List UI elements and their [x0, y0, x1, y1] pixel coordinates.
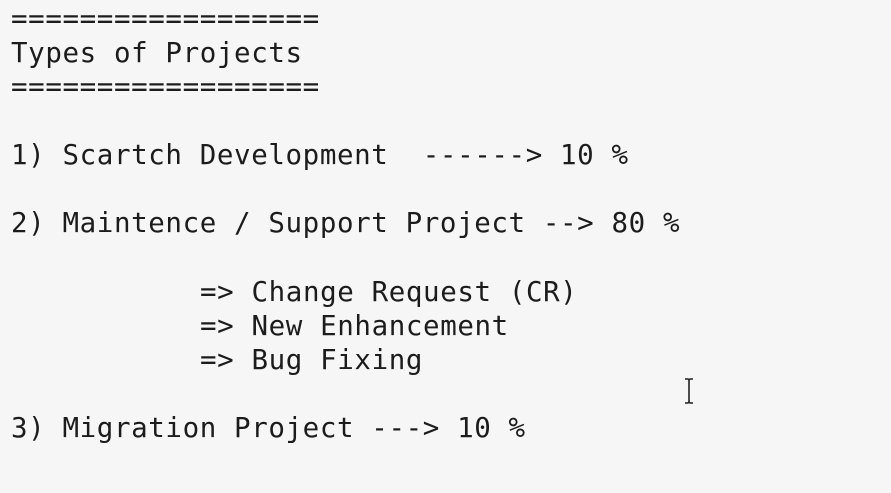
sub-item-new-enhancement: => New Enhancement	[200, 310, 509, 342]
text-cursor-icon	[683, 378, 695, 404]
text-editor-area[interactable]: ================== Types of Projects ===…	[0, 0, 891, 493]
document-title: Types of Projects	[11, 37, 303, 69]
list-item-maintenance-support: 2) Maintence / Support Project --> 80 %	[11, 207, 681, 239]
list-item-migration-project: 3) Migration Project ---> 10 %	[11, 412, 526, 444]
list-item-scratch-development: 1) Scartch Development ------> 10 %	[11, 139, 629, 171]
rule-top: ==================	[11, 3, 320, 35]
rule-bottom: ==================	[11, 71, 320, 103]
sub-item-bug-fixing: => Bug Fixing	[200, 344, 424, 376]
sub-item-change-request: => Change Request (CR)	[200, 276, 578, 308]
